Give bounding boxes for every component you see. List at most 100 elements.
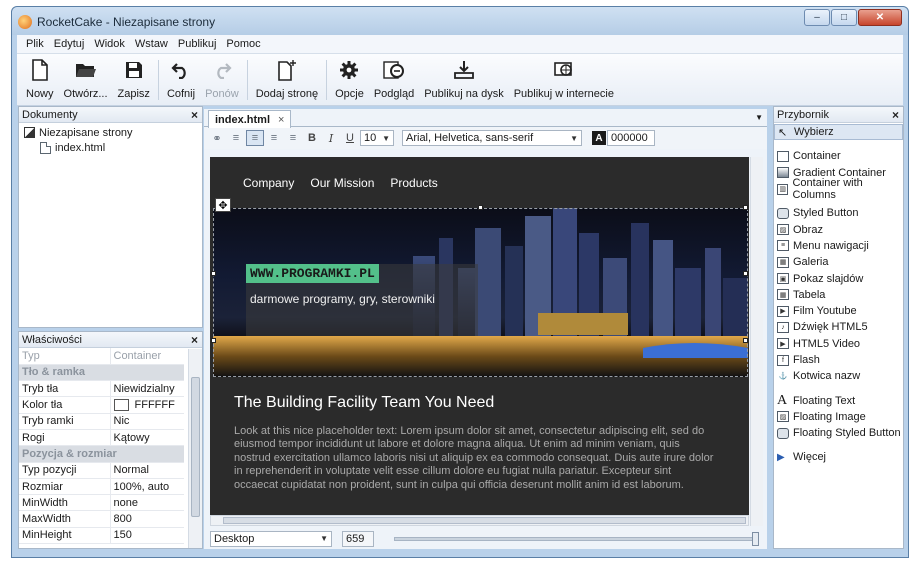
tool-floating-image[interactable]: ▨ Floating Image (774, 409, 903, 425)
underline-button[interactable]: U (341, 130, 359, 146)
tool-anchor[interactable]: ⚓ Kotwica nazw (774, 368, 903, 384)
menu-widok[interactable]: Widok (89, 38, 130, 50)
property-row[interactable]: MinWidth none (19, 494, 184, 512)
link-icon[interactable]: ⚭ (208, 130, 226, 146)
tool-gallery[interactable]: ▦ Galeria (774, 254, 903, 270)
resize-handle[interactable] (211, 271, 216, 276)
tool-styled-button[interactable]: Styled Button (774, 205, 903, 221)
tab-close-icon[interactable]: × (278, 114, 284, 126)
property-value[interactable]: 100%, auto (110, 478, 184, 496)
property-row[interactable]: Rozmiar 100%, auto (19, 478, 184, 496)
horizontal-scroll-thumb[interactable] (223, 517, 746, 524)
property-group[interactable]: Pozycja & rozmiar (19, 445, 184, 463)
site-nav-our-mission[interactable]: Our Mission (310, 176, 374, 190)
menu-plik[interactable]: Plik (21, 38, 49, 50)
close-window-button[interactable]: ✕ (858, 9, 902, 26)
tool-html5-audio[interactable]: ♪ Dźwięk HTML5 (774, 319, 903, 335)
property-row[interactable]: Tryb ramki Nic (19, 413, 184, 430)
property-value[interactable]: Nic (110, 413, 184, 430)
property-value[interactable]: Kątowy (110, 429, 184, 447)
align-left-icon[interactable]: ≡ (227, 130, 245, 146)
tree-item-project[interactable]: Niezapisane strony (24, 125, 202, 140)
resize-handle[interactable] (743, 338, 748, 343)
property-row[interactable]: MaxWidth 800 (19, 510, 184, 528)
add-page-button[interactable]: Dodaj stronę (251, 54, 323, 104)
maximize-button[interactable]: □ (831, 9, 857, 26)
resize-handle[interactable] (743, 271, 748, 276)
property-group[interactable]: Tło & ramka (19, 364, 184, 382)
property-row[interactable]: Kolor tła FFFFFF (19, 396, 184, 414)
tool-image[interactable]: ▨ Obraz (774, 221, 903, 237)
align-center-icon[interactable]: ≡ (246, 130, 264, 146)
menu-publikuj[interactable]: Publikuj (173, 38, 222, 50)
width-slider-knob[interactable] (752, 531, 759, 546)
resize-handle[interactable] (478, 205, 483, 210)
move-handle-icon[interactable]: ✥ (215, 198, 231, 212)
page-canvas[interactable]: Company Our Mission Products WWW.PROGRAM… (210, 157, 749, 515)
property-row[interactable]: Tryb tła Niewidzialny (19, 380, 184, 398)
tool-flash[interactable]: f Flash (774, 352, 903, 368)
redo-button[interactable]: Ponów (200, 54, 244, 104)
bold-button[interactable]: B (303, 130, 321, 146)
tool-floating-styled-button[interactable]: Floating Styled Button (774, 425, 903, 441)
width-slider[interactable] (394, 531, 759, 546)
font-family-dropdown[interactable]: Arial, Helvetica, sans-serif ▼ (402, 130, 582, 146)
color-swatch[interactable] (113, 399, 129, 412)
hero-brand-badge[interactable]: WWW.PROGRAMKI.PL (246, 264, 379, 283)
align-right-icon[interactable]: ≡ (265, 130, 283, 146)
align-justify-icon[interactable]: ≡ (284, 130, 302, 146)
tool-table[interactable]: ▦ Tabela (774, 287, 903, 303)
hero-tagline[interactable]: darmowe programy, gry, sterowniki (250, 292, 435, 306)
undo-button[interactable]: Cofnij (162, 54, 200, 104)
menu-wstaw[interactable]: Wstaw (130, 38, 173, 50)
resize-handle[interactable] (743, 205, 748, 210)
text-color-icon[interactable]: A (592, 131, 606, 145)
tool-more[interactable]: ▶ Więcej (774, 449, 903, 465)
property-value[interactable]: Niewidzialny (110, 380, 184, 398)
tab-index-html[interactable]: index.html × (208, 110, 292, 128)
italic-button[interactable]: I (322, 130, 340, 146)
site-nav-company[interactable]: Company (243, 176, 294, 190)
tool-navigation-menu[interactable]: ≡ Menu nawigacji (774, 238, 903, 254)
new-button[interactable]: Nowy (21, 54, 59, 104)
options-button[interactable]: Opcje (330, 54, 369, 104)
documents-close-icon[interactable]: × (191, 108, 198, 122)
tool-slideshow[interactable]: ▣ Pokaz slajdów (774, 270, 903, 286)
device-dropdown[interactable]: Desktop ▼ (210, 530, 332, 547)
property-row[interactable]: Rogi Kątowy (19, 429, 184, 447)
hero-container[interactable]: WWW.PROGRAMKI.PL darmowe programy, gry, … (213, 208, 748, 377)
property-value[interactable]: none (110, 494, 184, 512)
save-button[interactable]: Zapisz (113, 54, 155, 104)
tree-item-index[interactable]: index.html (24, 140, 202, 155)
toolbox-close-icon[interactable]: × (892, 108, 899, 122)
tab-list-dropdown-icon[interactable]: ▼ (755, 113, 763, 122)
publish-disk-button[interactable]: Publikuj na dysk (419, 54, 509, 104)
property-value[interactable]: 800 (110, 510, 184, 528)
properties-scrollbar[interactable] (188, 349, 202, 548)
minimize-button[interactable]: – (804, 9, 830, 26)
resize-handle[interactable] (211, 338, 216, 343)
property-value[interactable]: Normal (110, 462, 184, 479)
width-value-field[interactable]: 659 (342, 530, 374, 547)
tool-container-columns[interactable]: ▥ Container with Columns (774, 177, 903, 201)
text-color-value[interactable]: 000000 (607, 130, 655, 146)
preview-button[interactable]: Podgląd (369, 54, 419, 104)
tool-container[interactable]: Container (774, 148, 903, 164)
font-size-dropdown[interactable]: 10 ▼ (360, 130, 394, 146)
tool-floating-text[interactable]: A Floating Text (774, 392, 903, 408)
menu-pomoc[interactable]: Pomoc (221, 38, 265, 50)
publish-web-button[interactable]: Publikuj w internecie (509, 54, 619, 104)
tool-youtube[interactable]: ▶ Film Youtube (774, 303, 903, 319)
properties-close-icon[interactable]: × (191, 333, 198, 347)
tool-select[interactable]: ↖ Wybierz (774, 124, 903, 141)
menu-edytuj[interactable]: Edytuj (49, 38, 90, 50)
editor-horizontal-scrollbar[interactable] (210, 515, 749, 526)
property-row[interactable]: MinHeight 150 (19, 527, 184, 545)
content-heading[interactable]: The Building Facility Team You Need (234, 394, 494, 412)
site-nav-products[interactable]: Products (390, 176, 437, 190)
property-value[interactable]: 150 (110, 527, 184, 545)
open-button[interactable]: Otwórz... (59, 54, 113, 104)
content-body-text[interactable]: Look at this nice placeholder text: Lore… (234, 425, 714, 492)
property-row[interactable]: Typ pozycji Normal (19, 462, 184, 479)
property-value-color[interactable]: FFFFFF (110, 396, 184, 414)
